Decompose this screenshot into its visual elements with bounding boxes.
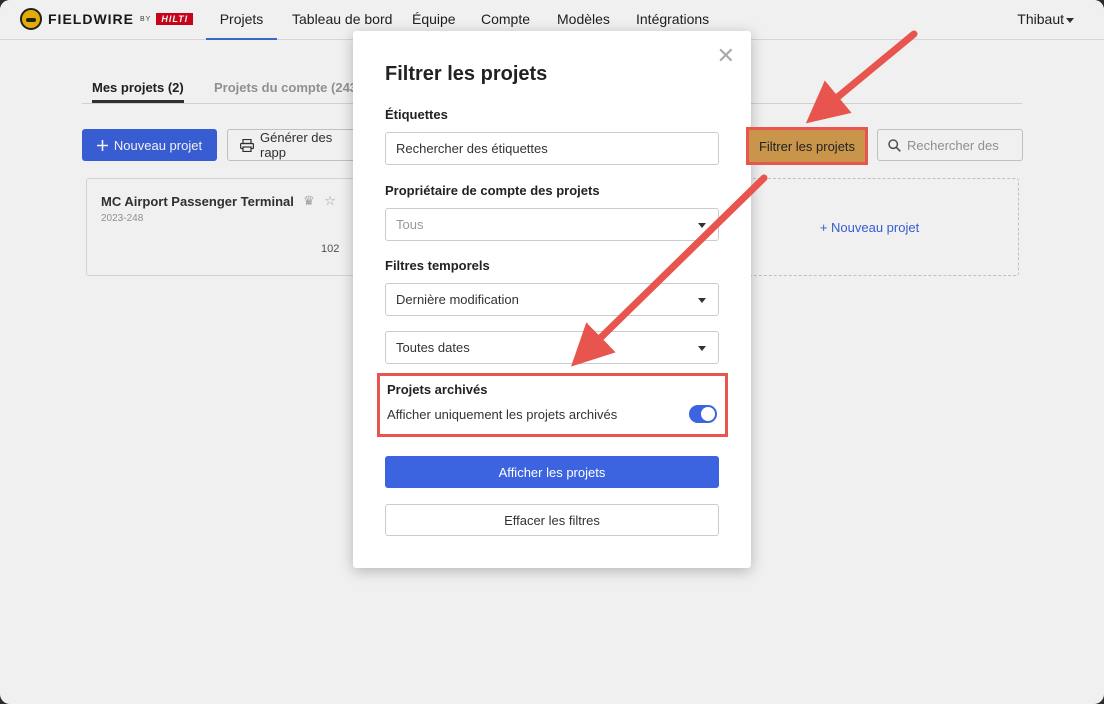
- chevron-down-icon: [698, 298, 706, 303]
- time-filters-label: Filtres temporels: [385, 258, 490, 273]
- filter-projects-label: Filtrer les projets: [758, 138, 856, 154]
- time-dates-select[interactable]: Toutes dates: [385, 331, 719, 364]
- tags-search-input[interactable]: Rechercher des étiquettes: [385, 132, 719, 165]
- owner-value: Tous: [396, 217, 424, 232]
- close-icon[interactable]: ✕: [717, 45, 735, 67]
- show-projects-button[interactable]: Afficher les projets: [385, 456, 719, 488]
- archived-toggle[interactable]: [689, 405, 717, 423]
- archived-toggle-text: Afficher uniquement les projets archivés: [387, 407, 618, 422]
- time-modified-value: Dernière modification: [396, 292, 519, 307]
- archived-label: Projets archivés: [387, 382, 488, 397]
- owner-label: Propriétaire de compte des projets: [385, 183, 600, 198]
- filter-projects-modal: ✕ Filtrer les projets Étiquettes Recherc…: [353, 31, 751, 568]
- time-modified-select[interactable]: Dernière modification: [385, 283, 719, 316]
- clear-filters-label: Effacer les filtres: [504, 512, 600, 528]
- show-projects-label: Afficher les projets: [498, 464, 606, 480]
- time-dates-value: Toutes dates: [396, 340, 470, 355]
- clear-filters-button[interactable]: Effacer les filtres: [385, 504, 719, 536]
- filter-projects-button[interactable]: Filtrer les projets: [746, 127, 868, 165]
- chevron-down-icon: [698, 346, 706, 351]
- owner-select[interactable]: Tous: [385, 208, 719, 241]
- tags-label: Étiquettes: [385, 107, 448, 122]
- archived-projects-section: Projets archivés Afficher uniquement les…: [377, 373, 728, 437]
- chevron-down-icon: [698, 223, 706, 228]
- app-window: FIELDWIRE BY HILTI Projets Tableau de bo…: [0, 0, 1104, 704]
- modal-title: Filtrer les projets: [385, 63, 548, 85]
- tags-placeholder: Rechercher des étiquettes: [396, 141, 548, 156]
